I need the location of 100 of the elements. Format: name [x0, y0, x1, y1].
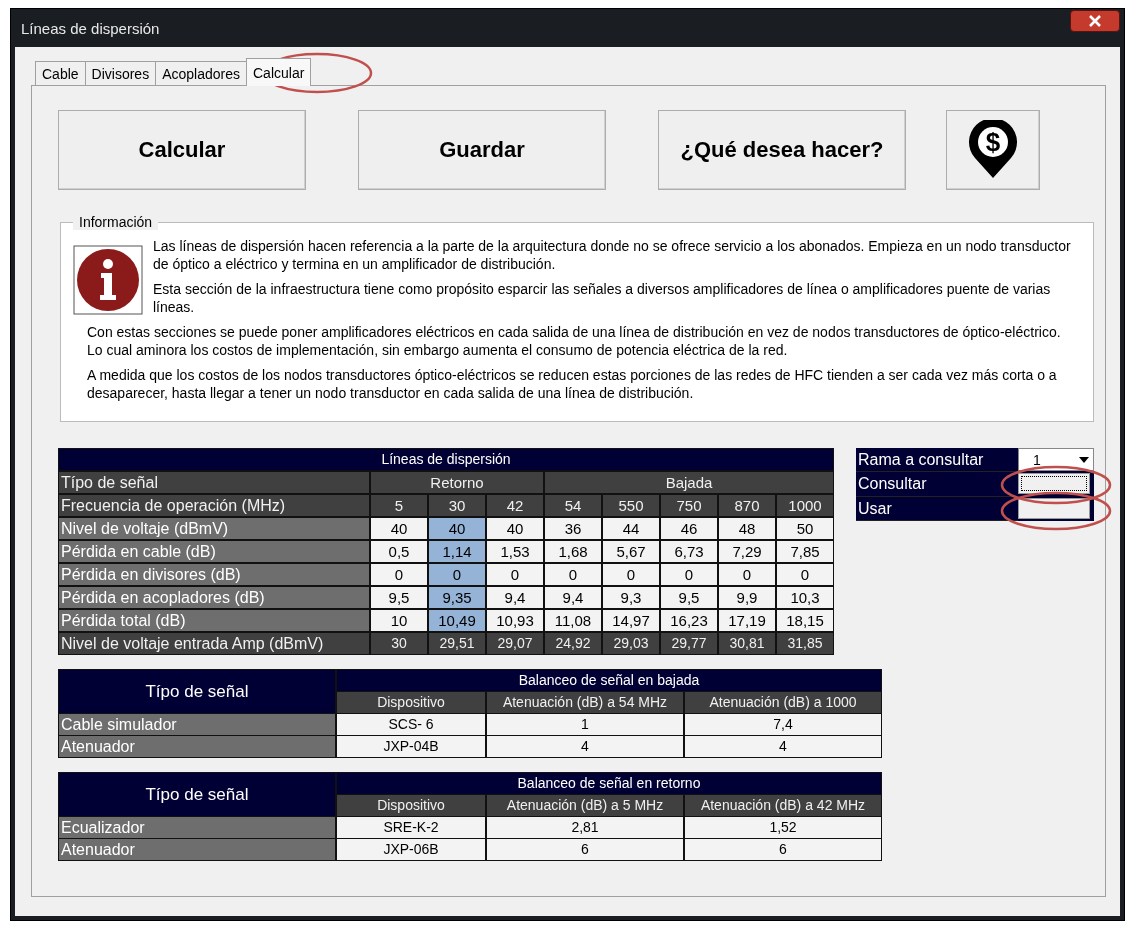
table-cell: 0 [545, 564, 601, 585]
column-header: Dispositivo [337, 692, 485, 713]
table-cell: 11,08 [545, 610, 601, 631]
action-button[interactable]: Guardar [358, 110, 606, 190]
close-button[interactable] [1070, 10, 1120, 32]
column-header: Dispositivo [337, 795, 485, 816]
action-button[interactable]: Calcular [58, 110, 306, 190]
table-cell: 48 [719, 518, 775, 539]
table-cell: 29,03 [603, 633, 659, 654]
table-cell: 40 [429, 518, 485, 539]
table-cell: 29,51 [429, 633, 485, 654]
table-cell: 29,07 [487, 633, 543, 654]
table-cell: 9,4 [487, 587, 543, 608]
table-cell: 30 [371, 633, 427, 654]
table-cell: 30,81 [719, 633, 775, 654]
table-cell: 16,23 [661, 610, 717, 631]
info-paragraph: Con estas secciones se puede poner amplificadores eléctricos en cada salida de una línea de distribución en vez de nodos transductores de óptico-eléctrico. Lo cual aminora los costos de implementación, sin embargo aumenta el consumo de potencia eléctrica de la red. [87, 323, 1062, 359]
row-header: Nivel de voltaje (dBmV) [59, 518, 369, 539]
window-title: Líneas de dispersión [21, 19, 160, 37]
table-cell: 14,97 [603, 610, 659, 631]
table-cell: 50 [777, 518, 833, 539]
row-header: Ecualizador [59, 817, 335, 838]
table-cell: JXP-04B [337, 736, 485, 757]
dollar-pin-icon: $ [967, 120, 1019, 180]
column-header: 750 [661, 495, 717, 516]
table-cell: JXP-06B [337, 839, 485, 860]
table-cell: 1,68 [545, 541, 601, 562]
row-header: Pérdida en acopladores (dB) [59, 587, 369, 608]
table-cell: 9,5 [371, 587, 427, 608]
row-header: Típo de señal [59, 670, 335, 713]
table-cell: 24,92 [545, 633, 601, 654]
table-cell: 46 [661, 518, 717, 539]
tab[interactable]: Acopladores [155, 61, 247, 85]
table-cell: 7,4 [685, 714, 881, 735]
table-cell: 5,67 [603, 541, 659, 562]
table-cell: 0 [777, 564, 833, 585]
table-cell: 9,9 [719, 587, 775, 608]
table-cell: 7,29 [719, 541, 775, 562]
table-cell: 0 [487, 564, 543, 585]
branch-dropdown[interactable]: 1 [1018, 448, 1094, 471]
table-cell: 0 [661, 564, 717, 585]
row-header: Atenuador [59, 839, 335, 860]
info-icon [73, 245, 143, 315]
table-cell: 10 [371, 610, 427, 631]
tab[interactable]: Cable [35, 61, 86, 85]
group-header: Bajada [545, 472, 833, 493]
column-header: 870 [719, 495, 775, 516]
table-cell: 44 [603, 518, 659, 539]
column-header: 54 [545, 495, 601, 516]
close-icon [1088, 15, 1102, 27]
table-cell: 0 [371, 564, 427, 585]
column-header: Atenuación (dB) a 5 MHz [487, 795, 683, 816]
table-cell: 29,77 [661, 633, 717, 654]
row-header: Atenuador [59, 736, 335, 757]
table-cell: 9,4 [545, 587, 601, 608]
table-title: Balanceo de señal en retorno [337, 773, 881, 794]
row-header: Nivel de voltaje entrada Amp (dBmV) [59, 633, 369, 654]
table-cell: 0,5 [371, 541, 427, 562]
table-cell: 6 [685, 839, 881, 860]
table-cell: 1,53 [487, 541, 543, 562]
row-header: Pérdida en divisores (dB) [59, 564, 369, 585]
table-cell: 0 [603, 564, 659, 585]
tab[interactable]: Calcular [246, 58, 312, 86]
table-cell: 40 [371, 518, 427, 539]
caret-icon [1079, 456, 1089, 463]
group-header: Retorno [371, 472, 543, 493]
column-header: 42 [487, 495, 543, 516]
table-cell: SRE-K-2 [337, 817, 485, 838]
table-cell: 4 [487, 736, 683, 757]
table-cell: 4 [685, 736, 881, 757]
info-paragraph: Esta sección de la infraestructura tiene como propósito esparcir las señales a diversos amplificadores de línea o amplificadores puente de varias líneas. [153, 280, 1052, 316]
action-button[interactable]: ¿Qué desea hacer? [658, 110, 906, 190]
table-cell: 31,85 [777, 633, 833, 654]
table-cell: 40 [487, 518, 543, 539]
column-header: 5 [371, 495, 427, 516]
row-header: Típo de señal [59, 472, 369, 493]
table-cell: 6 [487, 839, 683, 860]
column-header: 1000 [777, 495, 833, 516]
table-cell: 0 [429, 564, 485, 585]
row-header: Pérdida total (dB) [59, 610, 369, 631]
info-paragraph: A medida que los costos de los nodos transductores óptico-eléctricos se reducen estas porciones de las redes de HFC tienden a ser cada vez más corta o a desaparecer, hasta llegar a tener un nodo transductor en cada salida de una línea de distribución. [87, 366, 1058, 402]
info-paragraph: Las líneas de dispersión hacen referencia a la parte de la arquitectura donde no se ofrece servicio a los abonados. Empieza en un nodo transductor de óptico a eléctrico y termina en un amplificador de distribución. [153, 237, 1072, 273]
group-legend: Información [73, 214, 159, 230]
column-header: 30 [429, 495, 485, 516]
table-cell: 9,5 [661, 587, 717, 608]
table-cell: 1,14 [429, 541, 485, 562]
action-button[interactable] [1018, 473, 1090, 495]
table-cell: SCS- 6 [337, 714, 485, 735]
column-header: 550 [603, 495, 659, 516]
table-cell: 10,3 [777, 587, 833, 608]
cost-button[interactable]: $ [946, 110, 1040, 190]
table-cell: 2,81 [487, 817, 683, 838]
row-header: Pérdida en cable (dB) [59, 541, 369, 562]
table-cell: 9,35 [429, 587, 485, 608]
table-cell: 17,19 [719, 610, 775, 631]
row-header: Cable simulador [59, 714, 335, 735]
table-cell: 1 [487, 714, 683, 735]
table-title: Balanceo de señal en bajada [337, 670, 881, 691]
row-header: Frecuencia de operación (MHz) [59, 495, 369, 516]
column-header: Atenuación (dB) a 42 MHz [685, 795, 881, 816]
